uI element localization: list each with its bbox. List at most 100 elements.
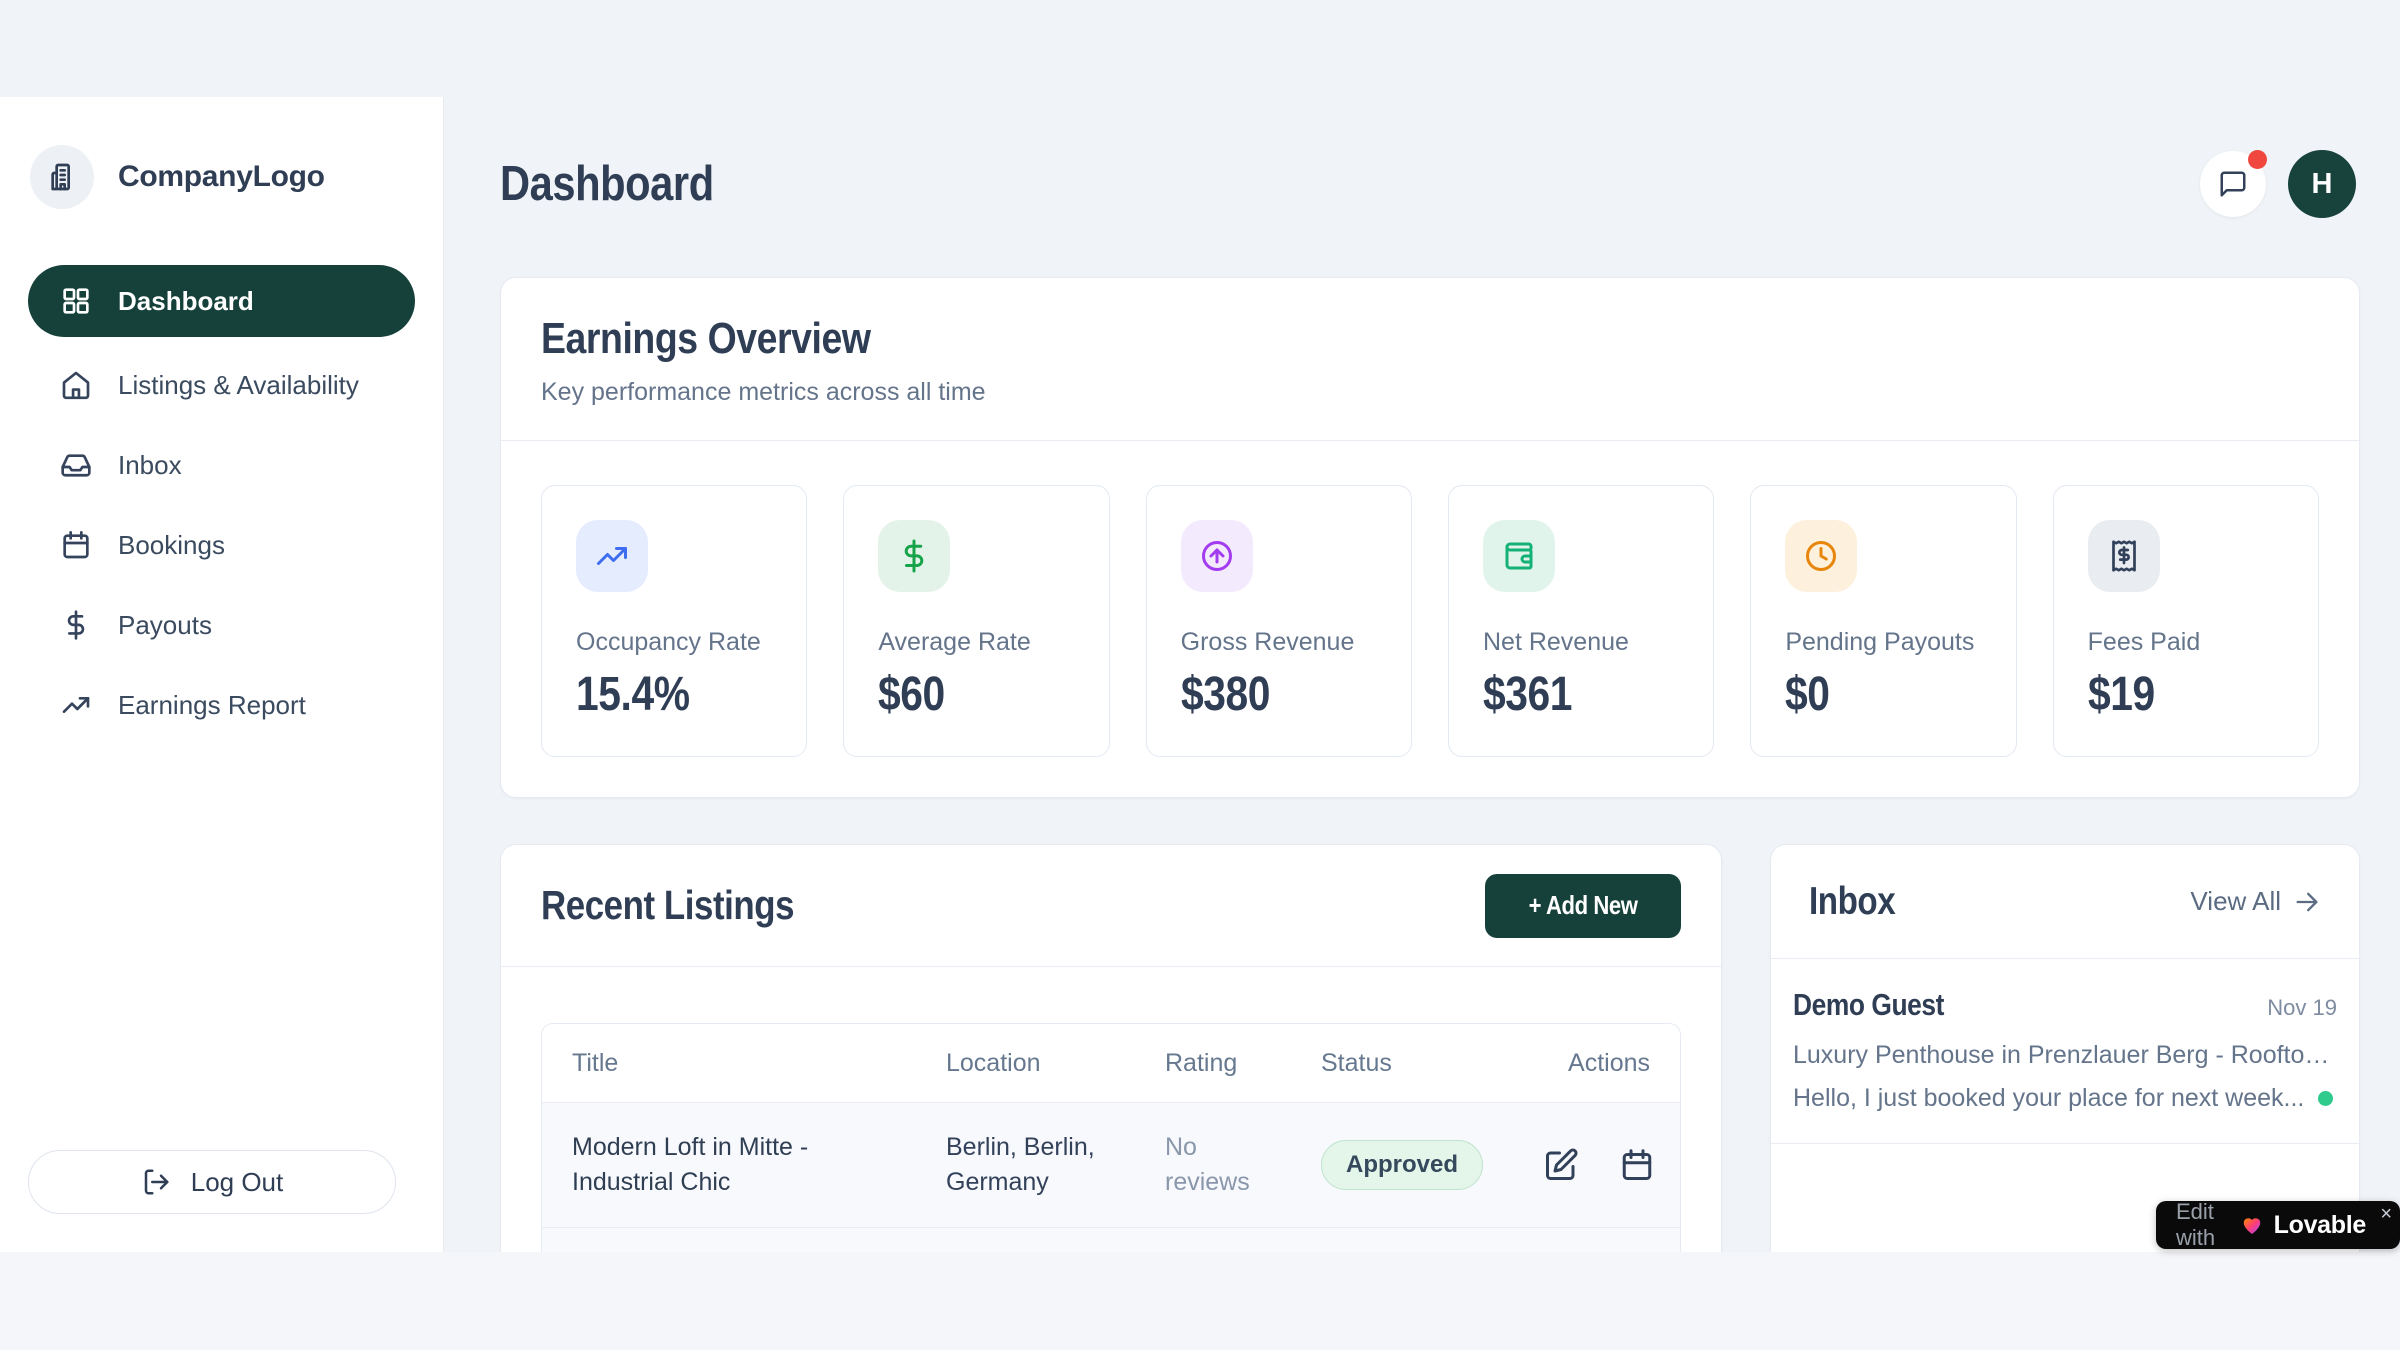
metric-average-rate: Average Rate $60	[843, 485, 1109, 757]
metric-fees-paid: Fees Paid $19	[2053, 485, 2319, 757]
dollar-icon	[878, 520, 950, 592]
metric-pending-payouts: Pending Payouts $0	[1750, 485, 2016, 757]
sidebar-item-label: Listings & Availability	[118, 370, 359, 401]
sidebar-menu: Dashboard Listings & Availability	[0, 265, 443, 737]
metric-occupancy-rate: Occupancy Rate 15.4%	[541, 485, 807, 757]
close-icon[interactable]: ×	[2380, 1204, 2392, 1224]
sidebar-item-label: Inbox	[118, 450, 182, 481]
company-logo-text: CompanyLogo	[118, 160, 325, 194]
sidebar-item-inbox[interactable]: Inbox	[28, 433, 415, 497]
listings-table-header: Title Location Rating Status Actions	[542, 1024, 1680, 1102]
arrow-right-icon	[2293, 888, 2321, 916]
message-date: Nov 19	[2267, 995, 2337, 1021]
header-actions: H	[2200, 150, 2356, 218]
inbox-icon	[60, 449, 92, 481]
dollar-icon	[60, 609, 92, 641]
metric-value: $60	[878, 667, 945, 722]
notification-dot	[2248, 150, 2267, 169]
lovable-heart-icon	[2240, 1213, 2264, 1237]
earnings-title: Earnings Overview	[541, 314, 871, 364]
earnings-overview-card: Earnings Overview Key performance metric…	[500, 277, 2360, 798]
lovable-badge-brand: Lovable	[2274, 1211, 2366, 1240]
metric-net-revenue: Net Revenue $361	[1448, 485, 1714, 757]
inbox-title: Inbox	[1809, 880, 1895, 924]
metric-label: Fees Paid	[2088, 628, 2284, 657]
trending-up-icon	[60, 689, 92, 721]
sidebar-item-earnings-report[interactable]: Earnings Report	[28, 673, 415, 737]
listings-table: Title Location Rating Status Actions Mod…	[541, 1023, 1681, 1252]
metric-label: Occupancy Rate	[576, 628, 772, 657]
metric-label: Net Revenue	[1483, 628, 1679, 657]
recent-listings-header: Recent Listings + Add New	[501, 845, 1721, 967]
inbox-header: Inbox View All	[1771, 845, 2359, 959]
inbox-card: Inbox View All Demo Guest Nov 19 Luxury …	[1770, 844, 2360, 1252]
sidebar-item-bookings[interactable]: Bookings	[28, 513, 415, 577]
app-viewport: CompanyLogo Dashboard	[0, 0, 2400, 1252]
arrow-up-circle-icon	[1181, 520, 1253, 592]
logo-row: CompanyLogo	[0, 97, 443, 209]
metric-value: $0	[1785, 667, 1830, 722]
col-location: Location	[946, 1049, 1165, 1078]
col-title: Title	[572, 1049, 946, 1078]
user-avatar[interactable]: H	[2288, 150, 2356, 218]
metrics-row: Occupancy Rate 15.4% Average Rate $60	[501, 441, 2359, 801]
metric-value: $380	[1181, 667, 1270, 722]
listing-location: Berlin, Berlin, Germany	[946, 1130, 1165, 1200]
avatar-initial: H	[2312, 168, 2333, 201]
inbox-message[interactable]: Demo Guest Nov 19 Luxury Penthouse in Pr…	[1771, 959, 2359, 1144]
clock-icon	[1785, 520, 1857, 592]
metric-label: Pending Payouts	[1785, 628, 1981, 657]
recent-listings-title: Recent Listings	[541, 882, 794, 929]
col-status: Status	[1321, 1049, 1541, 1078]
listing-title: Modern Loft in Mitte - Industrial Chic	[572, 1130, 946, 1200]
metric-value: 15.4%	[576, 667, 690, 722]
trending-up-icon	[576, 520, 648, 592]
table-row[interactable]: Modern Loft in Mitte - Industrial Chic B…	[542, 1102, 1680, 1227]
unread-dot	[2318, 1091, 2333, 1106]
metric-gross-revenue: Gross Revenue $380	[1146, 485, 1412, 757]
message-preview-row: Hello, I just booked your place for next…	[1793, 1084, 2337, 1113]
metric-label: Gross Revenue	[1181, 628, 1377, 657]
recent-listings-card: Recent Listings + Add New Title Location…	[500, 844, 1722, 1252]
sidebar-item-label: Dashboard	[118, 286, 254, 317]
company-logo-icon	[30, 145, 94, 209]
metric-value: $19	[2088, 667, 2155, 722]
col-rating: Rating	[1165, 1049, 1321, 1078]
sidebar-item-label: Payouts	[118, 610, 212, 641]
receipt-icon	[2088, 520, 2160, 592]
sidebar: CompanyLogo Dashboard	[0, 97, 444, 1252]
edit-with-lovable-badge[interactable]: Edit with Lovable ×	[2156, 1201, 2400, 1249]
sidebar-item-label: Earnings Report	[118, 690, 306, 721]
table-row-partial[interactable]	[542, 1227, 1680, 1252]
message-sender: Demo Guest	[1793, 987, 1944, 1023]
view-all-label: View All	[2190, 886, 2281, 917]
earnings-card-header: Earnings Overview Key performance metric…	[501, 278, 2359, 441]
sidebar-item-payouts[interactable]: Payouts	[28, 593, 415, 657]
listing-status-cell: Approved	[1321, 1140, 1541, 1190]
house-icon	[60, 369, 92, 401]
view-all-link[interactable]: View All	[2190, 886, 2321, 917]
chat-button[interactable]	[2200, 151, 2266, 217]
listing-calendar-button[interactable]	[1617, 1145, 1657, 1185]
sidebar-item-listings[interactable]: Listings & Availability	[28, 353, 415, 417]
chat-icon	[2218, 169, 2248, 199]
metric-value: $361	[1483, 667, 1572, 722]
page-title: Dashboard	[500, 156, 714, 212]
sidebar-item-label: Bookings	[118, 530, 225, 561]
metric-label: Average Rate	[878, 628, 1074, 657]
lovable-badge-prefix: Edit with	[2176, 1199, 2230, 1251]
message-top-row: Demo Guest Nov 19	[1793, 987, 2337, 1023]
calendar-icon	[60, 529, 92, 561]
add-new-label: + Add New	[1528, 890, 1637, 921]
sidebar-item-dashboard[interactable]: Dashboard	[28, 265, 415, 337]
add-new-button[interactable]: + Add New	[1485, 874, 1681, 938]
col-actions: Actions	[1541, 1049, 1650, 1078]
listing-rating: No reviews	[1165, 1130, 1321, 1200]
bottom-strip	[0, 1252, 2400, 1350]
edit-icon	[1543, 1147, 1579, 1183]
wallet-icon	[1483, 520, 1555, 592]
edit-listing-button[interactable]	[1541, 1145, 1581, 1185]
listing-actions	[1541, 1145, 1657, 1185]
message-subject: Luxury Penthouse in Prenzlauer Berg - Ro…	[1793, 1041, 2337, 1070]
logout-button[interactable]: Log Out	[28, 1150, 396, 1214]
